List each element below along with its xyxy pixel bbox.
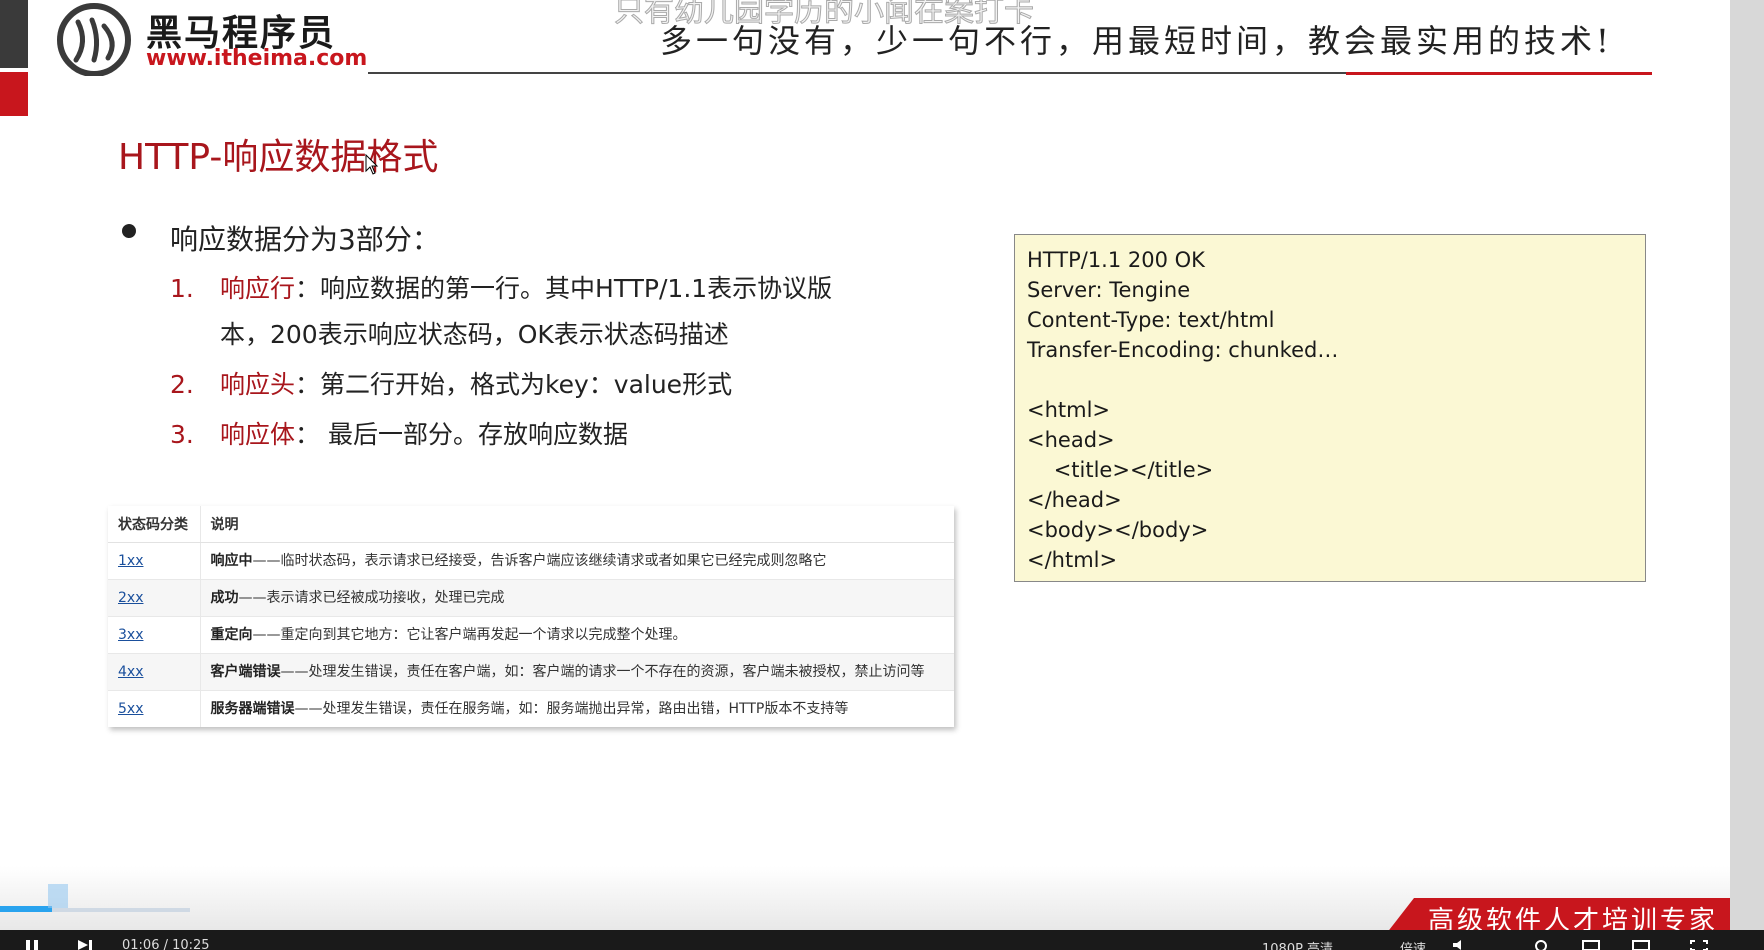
list-item-number: 3. bbox=[170, 420, 194, 449]
code-line: <head> bbox=[1027, 428, 1115, 452]
list-item-text: ：第二行开始，格式为key：value形式 bbox=[295, 370, 733, 399]
code-line: Content-Type: text/html bbox=[1027, 308, 1275, 332]
settings-icon[interactable] bbox=[1532, 940, 1550, 950]
header-divider-accent bbox=[1346, 72, 1652, 75]
video-player-controls bbox=[0, 930, 1764, 950]
pause-icon[interactable] bbox=[24, 940, 40, 950]
bullet-heading: 响应数据分为3部分： bbox=[170, 223, 440, 256]
left-accent-bar-red bbox=[0, 72, 28, 116]
picture-in-picture-icon[interactable] bbox=[1582, 940, 1600, 950]
table-row: 4xx 客户端错误——处理发生错误，责任在客户端，如：客户端的请求一个不存在的资… bbox=[108, 653, 954, 691]
status-description: 重定向——重定向到其它地方：它让客户端再发起一个请求以完成整个处理。 bbox=[200, 616, 954, 654]
list-item-term: 响应体 bbox=[220, 420, 296, 449]
column-header-category: 状态码分类 bbox=[108, 506, 201, 543]
list-item-term: 响应行 bbox=[220, 274, 296, 303]
table-row: 2xx 成功——表示请求已经被成功接收，处理已完成 bbox=[108, 579, 954, 617]
status-code-link[interactable]: 2xx bbox=[108, 579, 201, 617]
code-line: <body></body> bbox=[1027, 518, 1209, 542]
list-item-term: 响应头 bbox=[220, 370, 296, 399]
status-desc: ——处理发生错误，责任在客户端，如：客户端的请求一个不存在的资源，客户端未被授权… bbox=[280, 664, 925, 680]
page-title: HTTP-响应数据格式 bbox=[118, 137, 439, 178]
status-description: 成功——表示请求已经被成功接收，处理已完成 bbox=[200, 579, 954, 617]
status-description: 响应中——临时状态码，表示请求已经接受，告诉客户端应该继续请求或者如果它已经完成… bbox=[200, 542, 954, 580]
next-icon[interactable] bbox=[76, 940, 94, 950]
playback-time: 01:06 / 10:25 bbox=[122, 938, 210, 950]
fullscreen-icon[interactable] bbox=[1690, 940, 1708, 950]
table-row: 3xx 重定向——重定向到其它地方：它让客户端再发起一个请求以完成整个处理。 bbox=[108, 616, 954, 654]
widescreen-icon[interactable] bbox=[1632, 940, 1650, 950]
mouse-cursor-icon bbox=[365, 154, 379, 175]
status-desc: ——表示请求已经被成功接收，处理已完成 bbox=[238, 590, 505, 606]
volume-icon[interactable] bbox=[1452, 940, 1470, 950]
code-line: </head> bbox=[1027, 488, 1122, 512]
status-description: 客户端错误——处理发生错误，责任在客户端，如：客户端的请求一个不存在的资源，客户… bbox=[200, 653, 954, 691]
status-code-link[interactable]: 3xx bbox=[108, 616, 201, 654]
left-accent-bar-dark bbox=[0, 0, 28, 68]
table-header-row: 状态码分类 说明 bbox=[108, 506, 954, 543]
status-desc: ——临时状态码，表示请求已经接受，告诉客户端应该继续请求或者如果它已经完成则忽略… bbox=[252, 553, 827, 569]
list-item-text-continued: 本，200表示响应状态码，OK表示状态码描述 bbox=[220, 320, 729, 349]
column-header-description: 说明 bbox=[200, 506, 954, 543]
list-item-number: 1. bbox=[170, 274, 194, 303]
status-code-link[interactable]: 1xx bbox=[108, 542, 201, 580]
brand-url: www.itheima.com bbox=[146, 46, 368, 71]
status-desc: ——重定向到其它地方：它让客户端再发起一个请求以完成整个处理。 bbox=[252, 627, 687, 643]
status-term: 客户端错误 bbox=[210, 664, 281, 680]
status-code-table: 状态码分类 说明 1xx 响应中——临时状态码，表示请求已经接受，告诉客户端应该… bbox=[108, 506, 954, 727]
code-line: <title></title> bbox=[1027, 458, 1214, 482]
footer-ribbon-text: 高级软件人才培训专家 bbox=[1428, 906, 1719, 930]
list-item-text: ： 最后一部分。存放响应数据 bbox=[295, 420, 628, 449]
list-item-text: ：响应数据的第一行。其中HTTP/1.1表示协议版 bbox=[295, 274, 833, 303]
code-line: HTTP/1.1 200 OK bbox=[1027, 248, 1205, 272]
bullet-dot-icon bbox=[122, 224, 136, 238]
status-code-link[interactable]: 5xx bbox=[108, 690, 201, 727]
status-term: 服务器端错误 bbox=[210, 701, 295, 717]
code-line: <html> bbox=[1027, 398, 1111, 422]
status-term: 重定向 bbox=[210, 627, 253, 643]
slide: 黑马程序员 www.itheima.com 只有幼儿园学历的小闻在案打卡 多一句… bbox=[0, 0, 1730, 930]
status-term: 响应中 bbox=[210, 553, 253, 569]
quality-selector[interactable]: 1080P 高清 bbox=[1262, 938, 1333, 950]
http-response-example: HTTP/1.1 200 OK Server: Tengine Content-… bbox=[1014, 234, 1646, 582]
progress-handle[interactable] bbox=[48, 884, 68, 908]
speed-selector[interactable]: 倍速 bbox=[1400, 938, 1426, 950]
progress-fill bbox=[0, 906, 52, 912]
status-code-link[interactable]: 4xx bbox=[108, 653, 201, 691]
itheima-logo-icon bbox=[57, 3, 131, 76]
table-row: 5xx 服务器端错误——处理发生错误，责任在服务端，如：服务端抛出异常，路由出错… bbox=[108, 690, 954, 727]
code-line: Server: Tengine bbox=[1027, 278, 1191, 302]
code-line: </html> bbox=[1027, 548, 1118, 572]
code-line: Transfer-Encoding: chunked… bbox=[1027, 338, 1339, 362]
status-desc: ——处理发生错误，责任在服务端，如：服务端抛出异常，路由出错，HTTP版本不支持… bbox=[294, 701, 849, 717]
status-term: 成功 bbox=[210, 590, 239, 606]
status-description: 服务器端错误——处理发生错误，责任在服务端，如：服务端抛出异常，路由出错，HTT… bbox=[200, 690, 954, 727]
table-row: 1xx 响应中——临时状态码，表示请求已经接受，告诉客户端应该继续请求或者如果它… bbox=[108, 542, 954, 580]
list-item-number: 2. bbox=[170, 370, 194, 399]
right-edge-strip bbox=[1730, 0, 1764, 930]
slogan: 多一句没有，少一句不行，用最短时间，教会最实用的技术! bbox=[660, 22, 1613, 60]
